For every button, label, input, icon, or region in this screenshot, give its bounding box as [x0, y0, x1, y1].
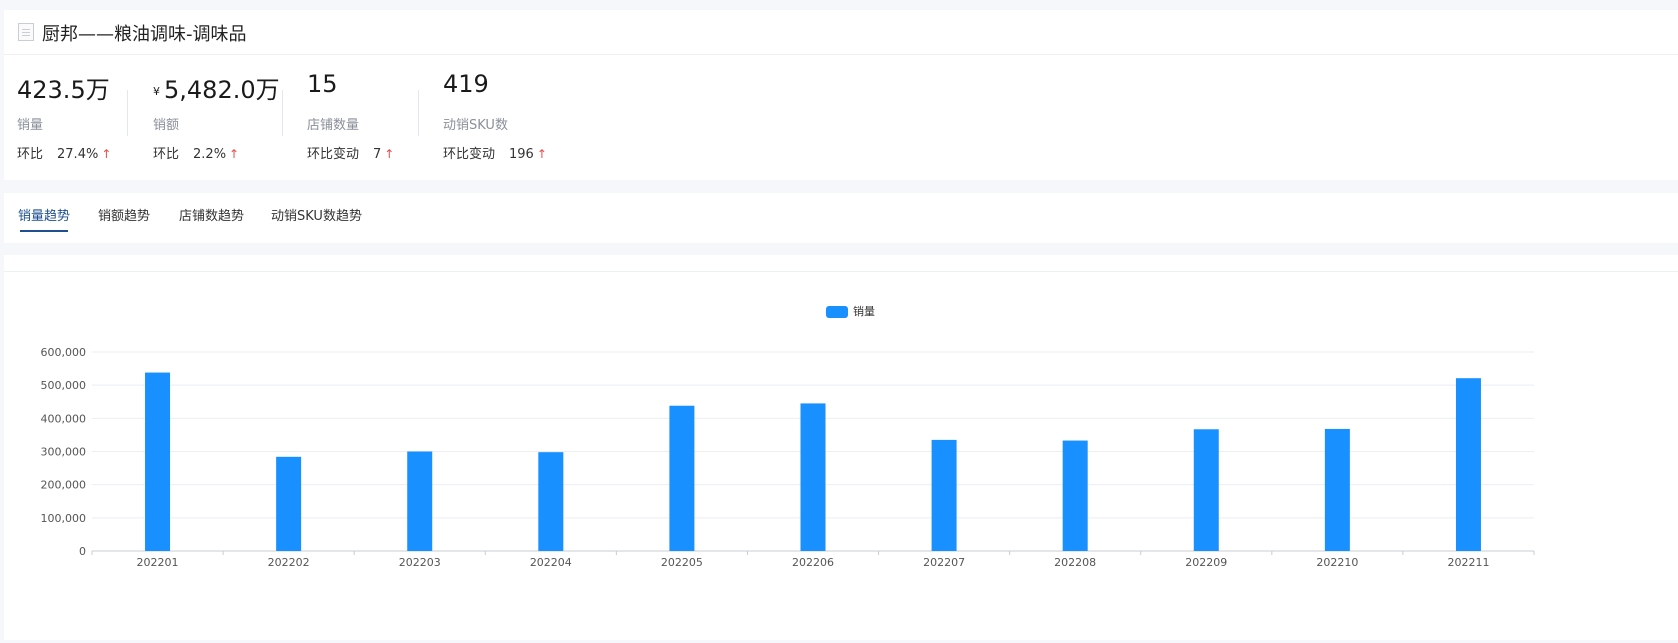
- compare-label: 环比变动: [443, 147, 496, 162]
- metric-divider: [127, 90, 128, 136]
- trend-up-icon: ↑: [536, 147, 547, 161]
- bar: [407, 451, 433, 551]
- metric-compare: 环比变动 196 ↑: [443, 143, 547, 162]
- metric-compare: 环比变动 7 ↑: [307, 143, 394, 162]
- x-tick-label: 202211: [1447, 556, 1489, 569]
- bar-chart: 0 100,000 200,000 300,000 400,000 500,000 600,…: [41, 346, 1535, 569]
- active-tab-indicator: [20, 230, 68, 232]
- compare-label: 环比: [17, 147, 44, 162]
- compare-value: 27.4%: [57, 147, 99, 162]
- y-tick-label: 0: [79, 545, 86, 558]
- metric-label: 店铺数量: [307, 118, 360, 133]
- bar: [538, 452, 564, 551]
- trend-tabs: 销量趋势 销额趋势 店铺数趋势 动销SKU数趋势: [4, 193, 1678, 243]
- x-tick-label: 202205: [661, 556, 703, 569]
- y-tick-label: 400,000: [41, 412, 87, 425]
- x-tick-label: 202208: [1054, 556, 1096, 569]
- bar: [669, 405, 695, 551]
- y-tick-label: 200,000: [41, 479, 87, 492]
- compare-value: 2.2%: [193, 147, 227, 162]
- bar: [1062, 440, 1088, 551]
- tab-sales-volume-trend[interactable]: 销量趋势: [18, 205, 70, 224]
- bar: [1324, 428, 1350, 551]
- metric-value: 423.5万: [17, 76, 110, 104]
- metric-divider: [418, 90, 419, 136]
- y-tick-label: 300,000: [41, 446, 87, 459]
- metric-value: 419: [443, 70, 489, 98]
- title-bar: 厨邦——粮油调味-调味品: [4, 10, 1678, 55]
- metric-value: ¥5,482.0万: [153, 70, 280, 105]
- tab-store-count-trend[interactable]: 店铺数趋势: [179, 205, 244, 224]
- x-tick-label: 202209: [1185, 556, 1227, 569]
- x-tick-label: 202203: [399, 556, 441, 569]
- bar: [800, 403, 826, 551]
- bar: [1455, 378, 1481, 551]
- x-tick-label: 202206: [792, 556, 834, 569]
- metric-value: 15: [307, 70, 338, 98]
- y-tick-label: 600,000: [41, 346, 87, 359]
- chart-card: 销量 0 100,000 200,000 300,000 400,000 500,000 6…: [4, 255, 1678, 640]
- tab-active-sku-trend[interactable]: 动销SKU数趋势: [271, 205, 362, 224]
- compare-label: 环比变动: [307, 147, 360, 162]
- x-tick-label: 202210: [1316, 556, 1358, 569]
- metric-label: 销量: [17, 118, 44, 133]
- document-icon: [18, 23, 34, 41]
- bar: [931, 439, 957, 551]
- x-tick-label: 202204: [530, 556, 572, 569]
- metric-divider: [282, 90, 283, 136]
- metric-value-text: 5,482.0万: [164, 76, 280, 104]
- y-tick-label: 500,000: [41, 379, 87, 392]
- x-tick-label: 202207: [923, 556, 965, 569]
- metric-compare: 环比 2.2% ↑: [153, 143, 239, 162]
- trend-up-icon: ↑: [101, 147, 112, 161]
- x-tick-label: 202202: [268, 556, 310, 569]
- bar: [145, 372, 171, 551]
- trend-up-icon: ↑: [384, 147, 395, 161]
- y-tick-label: 100,000: [41, 512, 87, 525]
- summary-card: 厨邦——粮油调味-调味品 423.5万 销量 环比 27.4% ↑ ¥5,482.0…: [4, 10, 1678, 180]
- bar: [276, 456, 302, 551]
- tab-sales-amount-trend[interactable]: 销额趋势: [98, 205, 150, 224]
- compare-label: 环比: [153, 147, 180, 162]
- currency-symbol: ¥: [153, 84, 160, 98]
- metric-label: 动销SKU数: [443, 118, 508, 133]
- compare-value: 7: [373, 147, 382, 162]
- x-tick-label: 202201: [137, 556, 179, 569]
- trend-up-icon: ↑: [229, 147, 240, 161]
- metric-label: 销额: [153, 118, 180, 133]
- page-title: 厨邦——粮油调味-调味品: [42, 24, 247, 45]
- metric-compare: 环比 27.4% ↑: [17, 143, 111, 162]
- compare-value: 196: [509, 147, 534, 162]
- bar: [1193, 429, 1219, 551]
